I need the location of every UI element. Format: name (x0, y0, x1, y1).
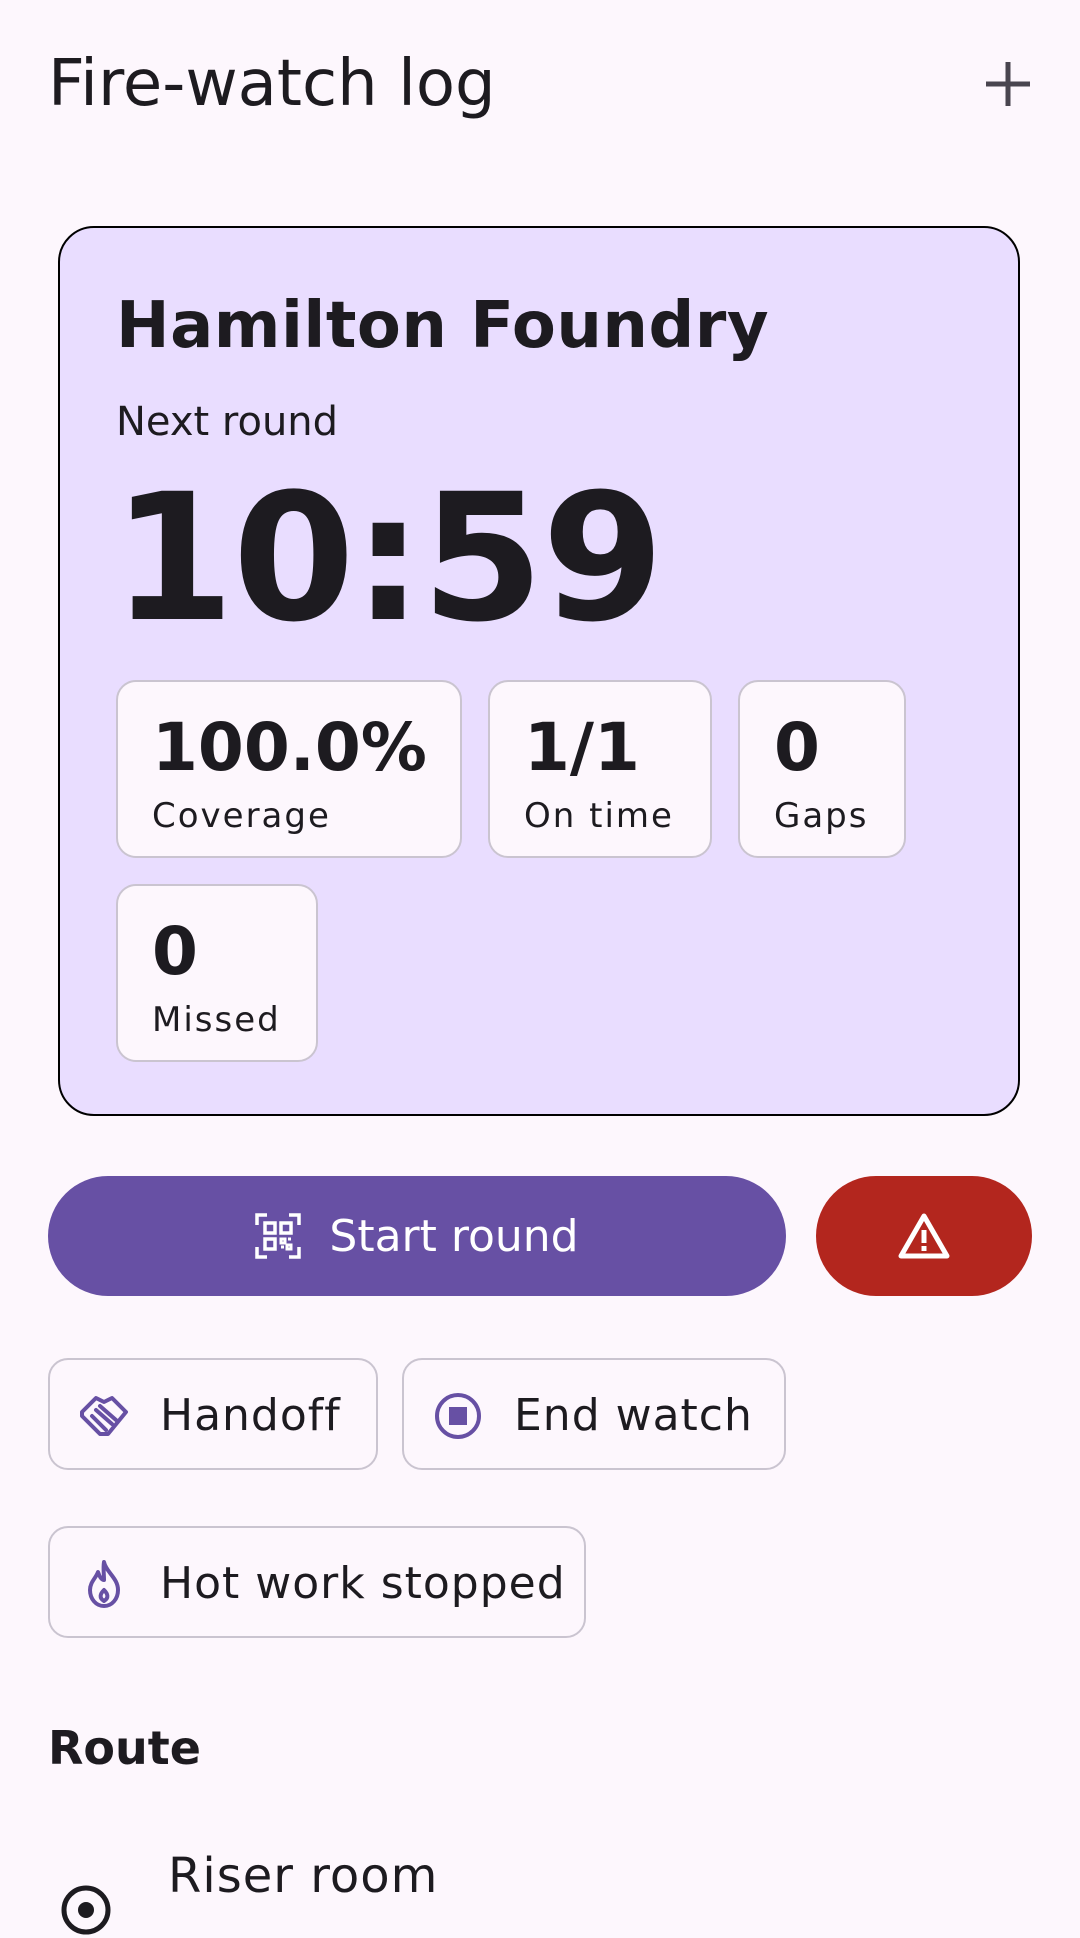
alert-button[interactable] (816, 1176, 1032, 1296)
stat-value: 100.0% (152, 709, 427, 786)
stat-value: 1/1 (524, 709, 640, 786)
end-watch-button[interactable]: End watch (402, 1358, 786, 1470)
stat-missed: 0 Missed (116, 884, 318, 1062)
hot-work-stopped-label: Hot work stopped (160, 1558, 566, 1609)
hot-work-stopped-button[interactable]: Hot work stopped (48, 1526, 586, 1638)
stat-coverage: 100.0% Coverage (116, 680, 462, 858)
qr-scan-icon (255, 1213, 302, 1259)
watch-summary-card: Hamilton Foundry Next round 10:59 100.0%… (58, 226, 1020, 1116)
route-item[interactable]: Riser room (48, 1846, 1032, 1935)
flame-icon (88, 1560, 120, 1608)
countdown-timer: 10:59 (112, 456, 664, 661)
start-round-button[interactable]: Start round (48, 1176, 786, 1296)
add-button[interactable] (972, 44, 1044, 124)
stat-label: Missed (152, 1000, 281, 1040)
stat-on-time: 1/1 On time (488, 680, 712, 858)
stat-gaps: 0 Gaps (738, 680, 906, 858)
next-round-label: Next round (116, 399, 339, 445)
route-section-title: Route (48, 1721, 201, 1775)
stat-label: Coverage (152, 796, 331, 836)
handoff-label: Handoff (160, 1390, 341, 1441)
stop-circle-icon (435, 1393, 481, 1439)
start-round-label: Start round (329, 1210, 579, 1262)
plus-icon (986, 62, 1030, 106)
stat-value: 0 (774, 709, 820, 786)
warning-icon (898, 1213, 950, 1259)
stat-label: On time (524, 796, 674, 836)
stat-value: 0 (152, 913, 198, 990)
stat-label: Gaps (774, 796, 869, 836)
page-title: Fire-watch log (48, 47, 496, 121)
route-item-name: Riser room (168, 1848, 439, 1904)
site-name: Hamilton Foundry (116, 289, 770, 363)
location-target-icon (61, 1885, 111, 1935)
handoff-button[interactable]: Handoff (48, 1358, 378, 1470)
handshake-icon (80, 1396, 128, 1436)
end-watch-label: End watch (514, 1390, 753, 1441)
